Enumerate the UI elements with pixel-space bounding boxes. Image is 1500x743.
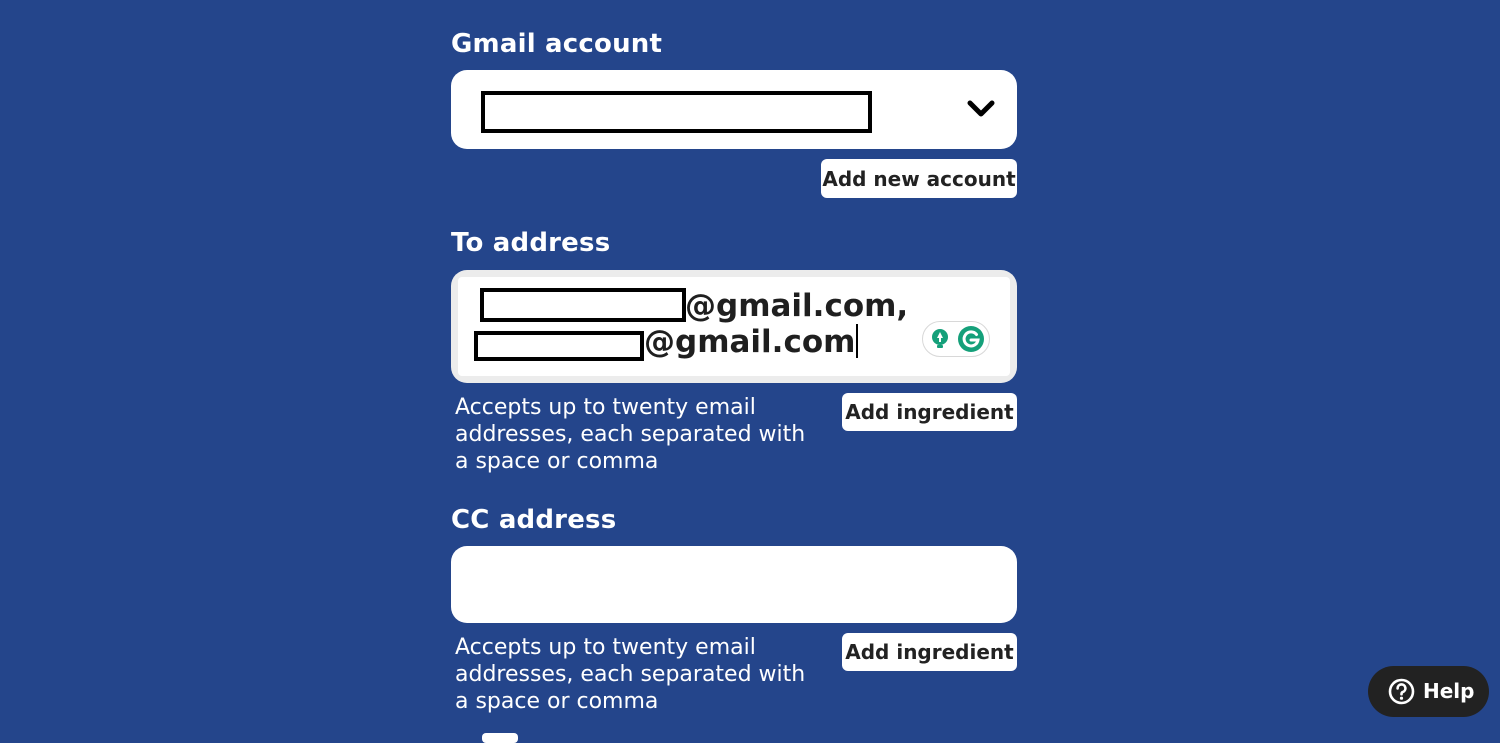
- cc-address-label: CC address: [451, 505, 617, 535]
- to-address-field[interactable]: @gmail.com, @gmail.com: [451, 270, 1017, 383]
- text-caret: [856, 324, 859, 358]
- cc-add-ingredient-button[interactable]: Add ingredient: [842, 633, 1017, 671]
- to-address-helper-text: Accepts up to twenty email addresses, ea…: [455, 395, 806, 474]
- gmail-account-label: Gmail account: [451, 29, 663, 59]
- cc-address-helper-text: Accepts up to twenty email addresses, ea…: [455, 635, 806, 714]
- email-domain-2: @gmail.com: [644, 324, 859, 360]
- to-add-ingredient-button[interactable]: Add ingredient: [842, 393, 1017, 431]
- redacted-email-2: [474, 331, 644, 361]
- redacted-email-1: [480, 288, 686, 322]
- email-domain-1: @gmail.com,: [685, 288, 909, 324]
- question-circle-icon: [1388, 678, 1415, 705]
- gmail-account-select[interactable]: [451, 70, 1017, 149]
- help-button[interactable]: Help: [1368, 666, 1489, 717]
- help-label: Help: [1423, 679, 1475, 703]
- bulb-icon[interactable]: [929, 328, 951, 350]
- chevron-down-icon[interactable]: [967, 95, 995, 123]
- to-address-input[interactable]: @gmail.com, @gmail.com: [458, 277, 1010, 376]
- redacted-account: [481, 91, 872, 133]
- add-new-account-button[interactable]: Add new account: [821, 159, 1017, 198]
- to-address-label: To address: [451, 228, 611, 258]
- cc-address-input[interactable]: [451, 546, 1017, 623]
- grammarly-widget[interactable]: [922, 321, 990, 357]
- email-domain-2-text: @gmail.com: [644, 324, 856, 360]
- grammarly-icon[interactable]: [957, 325, 985, 353]
- next-field-edge: [482, 733, 518, 743]
